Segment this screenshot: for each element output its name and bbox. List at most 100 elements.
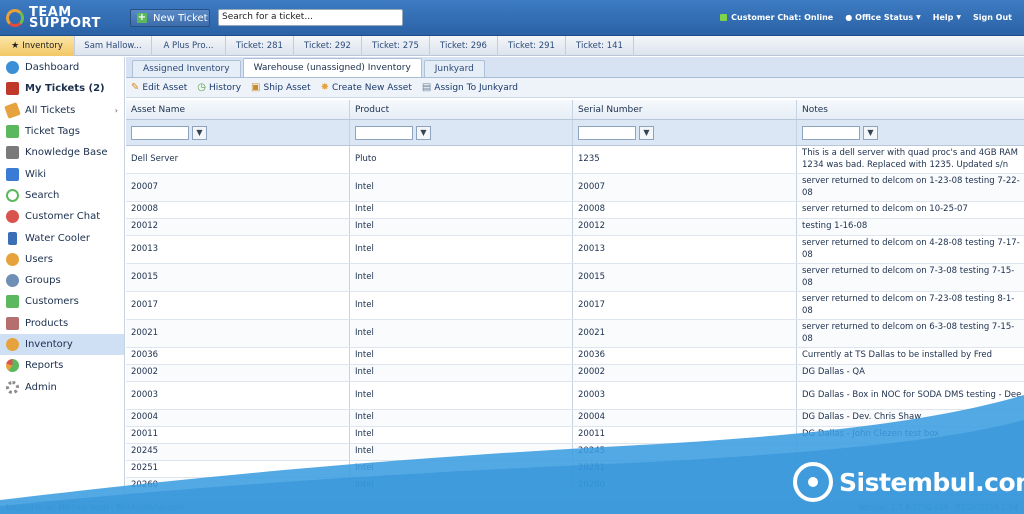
table-row[interactable]: 20013 Intel 20013 server returned to delcom…: [126, 236, 1024, 264]
sidebar-item-wiki[interactable]: Wiki: [0, 163, 124, 184]
office-status-label: Office Status: [855, 13, 914, 22]
column-header-product[interactable]: Product: [350, 100, 573, 119]
product-cell: Intel: [350, 264, 573, 291]
tab-sam-hallow[interactable]: Sam Hallow...: [75, 36, 152, 56]
table-row[interactable]: 20245 Intel 20245: [126, 444, 1024, 461]
sidebar-item-knowledge-base[interactable]: Knowledge Base: [0, 142, 124, 163]
sidebar-item-customer-chat[interactable]: Customer Chat: [0, 206, 124, 227]
tab-warehouse-inventory[interactable]: Warehouse (unassigned) Inventory: [242, 58, 422, 77]
serial-number-cell: 20260: [573, 478, 797, 494]
filter-icon[interactable]: ▼: [192, 125, 207, 140]
product-cell: Intel: [350, 219, 573, 235]
chevron-down-icon: ▼: [956, 14, 961, 21]
tab-ticket-141[interactable]: Ticket: 141: [566, 36, 634, 56]
help-menu[interactable]: Help ▼: [933, 13, 961, 22]
asset-name-cell: 20245: [126, 444, 350, 460]
search-icon: [6, 188, 19, 202]
table-row[interactable]: 20017 Intel 20017 server returned to delcom…: [126, 292, 1024, 320]
serial-number-cell: 20015: [573, 264, 797, 291]
serial-number-cell: 20245: [573, 444, 797, 460]
notes-filter-input[interactable]: [802, 125, 860, 140]
table-row[interactable]: 20012 Intel 20012 testing 1-16-08: [126, 219, 1024, 236]
top-header: TEAM SUPPORT + New Ticket Search for a t…: [0, 0, 1024, 36]
sidebar-item-inventory[interactable]: Inventory: [0, 333, 124, 356]
table-row[interactable]: 20021 Intel 20021 server returned to delcom…: [126, 320, 1024, 348]
sidebar-item-dashboard[interactable]: Dashboard: [0, 57, 124, 78]
serial-number-cell: 20013: [573, 236, 797, 263]
plus-icon: +: [137, 12, 147, 23]
column-header-notes[interactable]: Notes: [797, 100, 1024, 119]
serial-number-cell: 20004: [573, 410, 797, 426]
sidebar-item-all-tickets[interactable]: All Tickets ›: [0, 100, 124, 121]
serial-number-cell: 20002: [573, 365, 797, 381]
column-header-asset-name[interactable]: Asset Name: [126, 100, 350, 119]
tab-ticket-281[interactable]: Ticket: 281: [226, 36, 294, 56]
asset-name-cell: 20036: [126, 348, 350, 364]
product-cell: Intel: [350, 202, 573, 218]
column-header-serial-number[interactable]: Serial Number: [573, 100, 797, 119]
sidebar-item-search[interactable]: Search: [0, 185, 124, 206]
logged-in-status: Logged in as: Michael Scott - BitsAndByt…: [6, 503, 185, 512]
product-filter-input[interactable]: [355, 125, 413, 140]
tab-a-plus-pro[interactable]: A Plus Pro...: [152, 36, 226, 56]
table-row[interactable]: 20036 Intel 20036 Currently at TS Dallas to…: [126, 348, 1024, 365]
sidebar-item-users[interactable]: Users: [0, 249, 124, 270]
new-ticket-button[interactable]: + New Ticket: [130, 9, 210, 27]
serial-number-filter-input[interactable]: [578, 125, 636, 140]
asset-name-cell: 20013: [126, 236, 350, 263]
table-row[interactable]: 20004 Intel 20004 DG Dallas - Dev. Chris Sh…: [126, 410, 1024, 427]
sidebar-item-my-tickets[interactable]: My Tickets (2): [0, 78, 124, 99]
asset-name-filter-input[interactable]: [131, 125, 189, 140]
tab-ticket-291[interactable]: Ticket: 291: [498, 36, 566, 56]
sidebar-item-products[interactable]: Products: [0, 313, 124, 334]
sidebar-item-customers[interactable]: Customers: [0, 291, 124, 312]
sidebar-item-reports[interactable]: Reports: [0, 355, 124, 376]
create-new-asset-button[interactable]: ✸ Create New Asset: [321, 82, 412, 93]
tab-ticket-275[interactable]: Ticket: 275: [362, 36, 430, 56]
edit-asset-button[interactable]: ✎ Edit Asset: [131, 82, 187, 93]
notes-cell: [797, 444, 1024, 460]
filter-icon[interactable]: ▼: [863, 125, 878, 140]
filter-icon[interactable]: ▼: [416, 125, 431, 140]
ticket-search-input[interactable]: Search for a ticket...: [218, 9, 403, 26]
assign-to-junkyard-button[interactable]: ▤ Assign To Junkyard: [422, 82, 518, 93]
tab-assigned-inventory[interactable]: Assigned Inventory: [132, 60, 241, 77]
sign-out-link[interactable]: Sign Out: [973, 13, 1012, 22]
notes-cell: DG Dallas - John Clezen test box: [802, 429, 940, 440]
table-row[interactable]: 20002 Intel 20002 DG Dallas - QA: [126, 365, 1024, 382]
all-tickets-icon: [4, 101, 21, 119]
office-status-menu[interactable]: ● Office Status ▼: [845, 13, 921, 22]
sidebar-item-admin[interactable]: Admin: [0, 376, 124, 397]
table-row[interactable]: 20011 Intel 20011 DG Dallas - John Clezen t…: [126, 427, 1024, 444]
history-button[interactable]: ◷ History: [197, 82, 241, 93]
tab-ticket-296[interactable]: Ticket: 296: [430, 36, 498, 56]
table-row[interactable]: 20015 Intel 20015 server returned to delcom…: [126, 264, 1024, 292]
table-row[interactable]: 20008 Intel 20008 server returned to delcom…: [126, 202, 1024, 219]
product-cell: Intel: [350, 292, 573, 319]
asset-name-cell: 20012: [126, 219, 350, 235]
sidebar-item-water-cooler[interactable]: Water Cooler: [0, 227, 124, 248]
notes-cell: DG Dallas - Box in NOC for SODA DMS test…: [802, 389, 1022, 400]
tab-ticket-292[interactable]: Ticket: 292: [294, 36, 362, 56]
table-row[interactable]: Dell Server Pluto 1235 This is a dell serve…: [126, 146, 1024, 174]
serial-number-cell: 20003: [573, 382, 797, 409]
asset-name-cell: 20007: [126, 174, 350, 201]
table-row[interactable]: 20003 Intel 20003 DG Dallas - Box in NOC fo…: [126, 382, 1024, 410]
table-row[interactable]: 20007 Intel 20007 server returned to delcom…: [126, 174, 1024, 202]
product-cell: Intel: [350, 348, 573, 364]
gear-icon: [6, 380, 19, 394]
sidebar-item-ticket-tags[interactable]: Ticket Tags: [0, 121, 124, 142]
asset-name-cell: 20251: [126, 461, 350, 477]
notes-cell: Currently at TS Dallas to be installed b…: [802, 350, 993, 361]
customer-chat-status[interactable]: Customer Chat: Online: [720, 13, 833, 22]
asset-name-cell: 20008: [126, 202, 350, 218]
tab-junkyard[interactable]: Junkyard: [423, 60, 485, 77]
tab-inventory[interactable]: ★ Inventory: [0, 36, 75, 56]
team-support-logo[interactable]: TEAM SUPPORT: [6, 5, 101, 31]
water-cooler-icon: [8, 231, 17, 245]
filter-icon[interactable]: ▼: [639, 125, 654, 140]
open-tabs-bar: ★ Inventory Sam Hallow... A Plus Pro... …: [0, 36, 1024, 56]
sidebar-item-groups[interactable]: Groups: [0, 270, 124, 291]
asset-name-cell: Dell Server: [126, 146, 350, 173]
ship-asset-button[interactable]: ▣ Ship Asset: [251, 82, 311, 93]
